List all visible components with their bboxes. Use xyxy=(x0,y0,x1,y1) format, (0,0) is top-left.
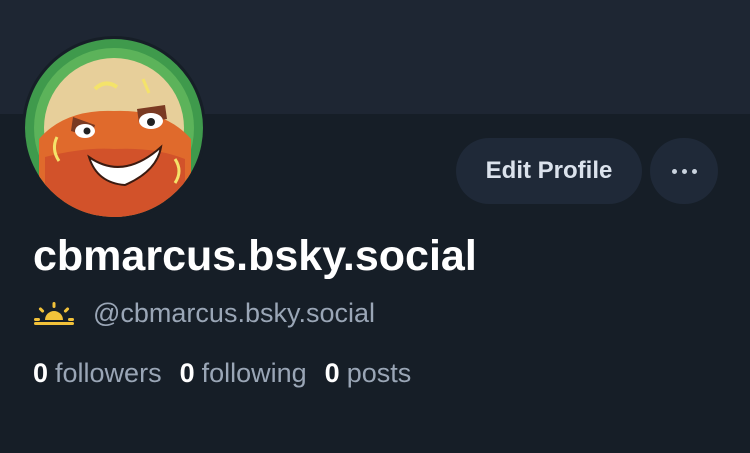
posts-count: 0 xyxy=(324,357,340,388)
sun-behind-horizon-icon xyxy=(34,302,74,325)
posts-stat: 0 posts xyxy=(325,358,412,389)
avatar-image xyxy=(25,39,203,217)
following-stat[interactable]: 0 following xyxy=(180,358,307,389)
profile-stats: 0 followers 0 following 0 posts xyxy=(33,353,429,393)
followers-label: followers xyxy=(55,357,162,388)
ellipsis-icon xyxy=(671,168,677,174)
posts-label: posts xyxy=(346,357,412,388)
edit-profile-button[interactable]: Edit Profile xyxy=(456,138,642,204)
followers-stat[interactable]: 0 followers xyxy=(33,358,162,389)
profile-handle[interactable]: @cbmarcus.bsky.social xyxy=(93,298,375,329)
ellipsis-dot xyxy=(681,168,687,174)
handle-row: @cbmarcus.bsky.social xyxy=(33,293,375,333)
more-options-button[interactable] xyxy=(650,138,718,204)
following-label: following xyxy=(201,357,307,388)
following-count: 0 xyxy=(179,357,195,388)
avatar[interactable] xyxy=(22,36,206,220)
display-name: cbmarcus.bsky.social xyxy=(33,232,477,280)
ellipsis-dot xyxy=(691,168,697,174)
followers-count: 0 xyxy=(33,357,49,388)
